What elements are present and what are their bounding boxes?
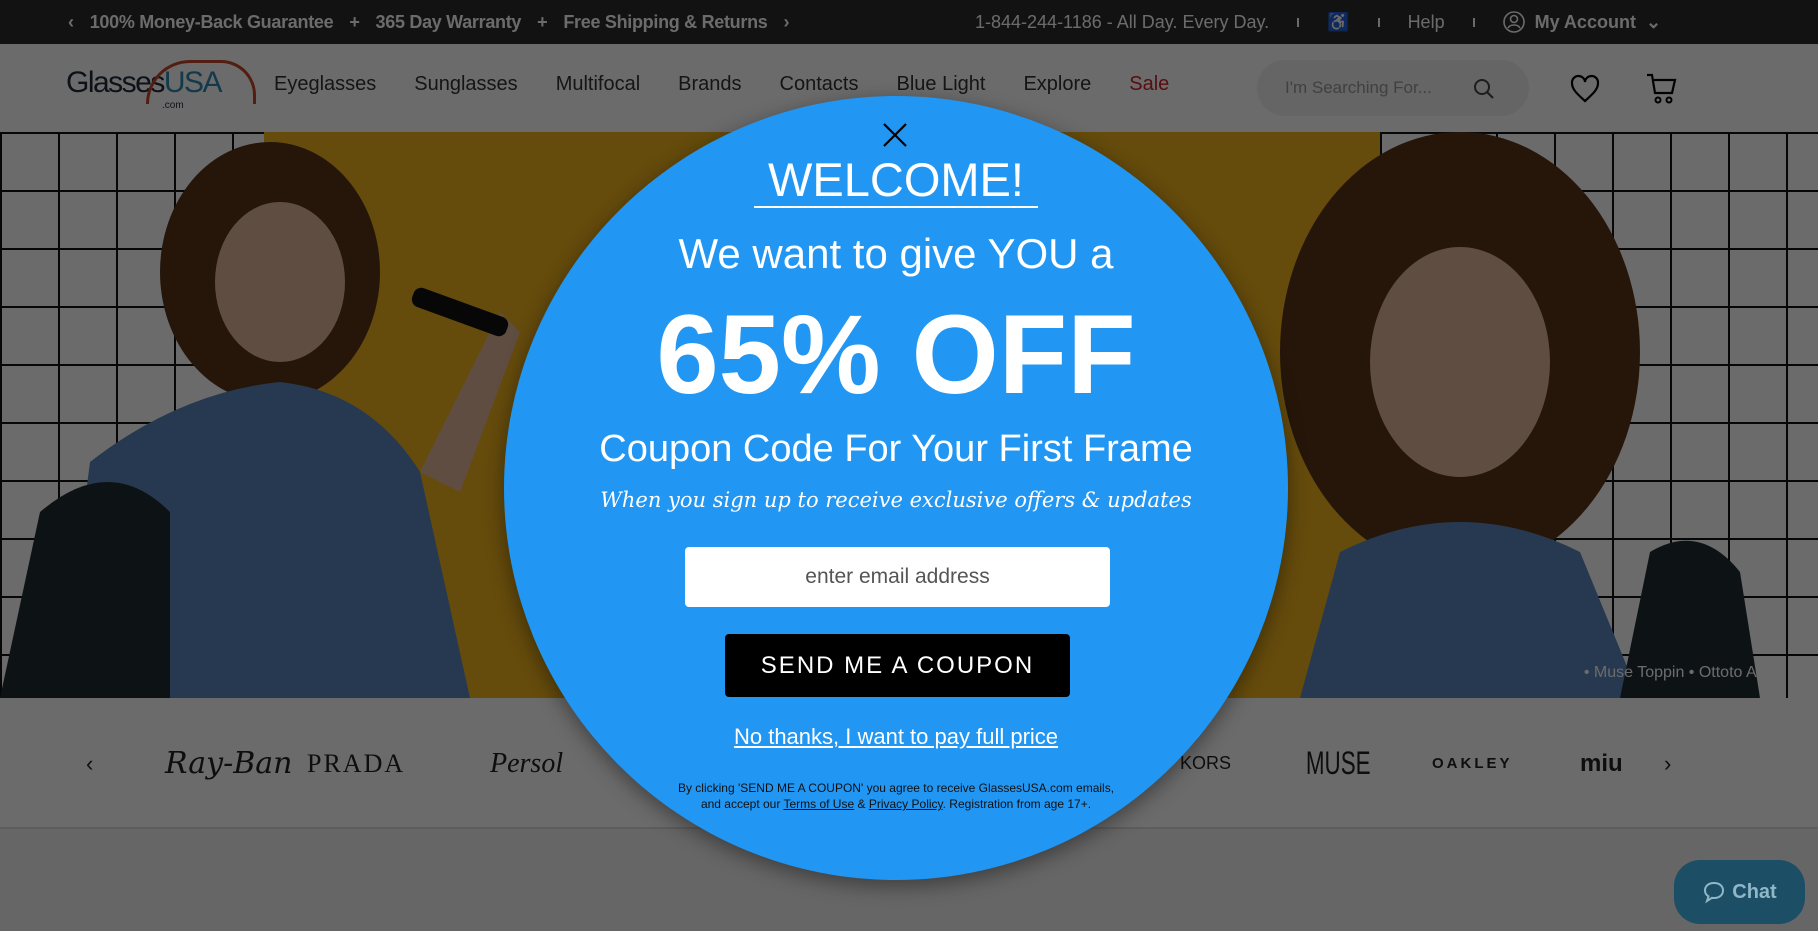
- terms-of-use-link[interactable]: Terms of Use: [783, 797, 854, 811]
- brands-next-button[interactable]: ›: [1664, 698, 1671, 829]
- brand-muse[interactable]: MUSE: [1306, 698, 1371, 829]
- model-image-left: [0, 142, 520, 698]
- promo-carousel: ‹ 100% Money-Back Guarantee + 365 Day Wa…: [68, 0, 789, 44]
- brand-miu[interactable]: miu: [1580, 698, 1623, 829]
- help-link[interactable]: Help: [1408, 12, 1445, 33]
- brand-ray-ban[interactable]: Ray-Ban: [165, 698, 293, 829]
- my-account-label: My Account: [1534, 11, 1636, 32]
- nav-explore[interactable]: Explore: [1023, 73, 1091, 96]
- nav-sale[interactable]: Sale: [1129, 73, 1169, 96]
- divider: [1377, 17, 1380, 27]
- welcome-heading: WELCOME!: [504, 152, 1288, 208]
- nav-multifocal[interactable]: Multifocal: [556, 73, 640, 96]
- nav-contacts[interactable]: Contacts: [780, 73, 859, 96]
- prev-promo-button[interactable]: ‹: [68, 12, 74, 33]
- search-input[interactable]: I'm Searching For...: [1257, 60, 1529, 116]
- promo-text: Free Shipping & Returns: [563, 11, 768, 32]
- divider: [1472, 17, 1475, 27]
- discount-amount: 65% OFF: [656, 292, 1136, 417]
- privacy-policy-link[interactable]: Privacy Policy: [869, 797, 943, 811]
- nav-sunglasses[interactable]: Sunglasses: [414, 73, 517, 96]
- chat-bubble-icon: [1704, 881, 1725, 904]
- top-bar: ‹ 100% Money-Back Guarantee + 365 Day Wa…: [0, 0, 1818, 44]
- coupon-modal: WELCOME! We want to give YOU a 65% OFF C…: [504, 96, 1288, 880]
- chevron-down-icon: ⌄: [1645, 11, 1662, 32]
- legal-text: By clicking 'SEND ME A COUPON' you agree…: [677, 781, 1115, 811]
- divider: [1297, 17, 1300, 27]
- next-promo-button[interactable]: ›: [783, 12, 789, 33]
- model-image-right: [1280, 132, 1760, 698]
- photo-credit: • Muse Toppin • Ottoto Alceo: [1583, 664, 1786, 681]
- email-field[interactable]: [685, 547, 1110, 607]
- offer-description: When you sign up to receive exclusive of…: [600, 488, 1192, 512]
- promo-text: 100% Money-Back Guarantee: [89, 11, 334, 32]
- logo[interactable]: GlassesUSA .com: [66, 60, 256, 111]
- close-icon[interactable]: [880, 120, 910, 150]
- separator: +: [537, 11, 548, 32]
- chat-button[interactable]: Chat: [1674, 860, 1805, 924]
- search-placeholder: I'm Searching For...: [1285, 78, 1432, 97]
- wishlist-heart-icon[interactable]: [1570, 74, 1600, 104]
- offer-intro: We want to give YOU a: [678, 230, 1114, 277]
- search-icon[interactable]: [1473, 78, 1495, 100]
- nav-blue-light[interactable]: Blue Light: [896, 73, 985, 96]
- chat-label: Chat: [1732, 880, 1777, 903]
- nav-brands[interactable]: Brands: [678, 73, 741, 96]
- nav-eyeglasses[interactable]: Eyeglasses: [274, 73, 376, 96]
- offer-subtitle: Coupon Code For Your First Frame: [599, 428, 1193, 470]
- brand-oakley[interactable]: OAKLEY: [1432, 698, 1513, 829]
- brand-prada[interactable]: PRADA: [307, 698, 405, 829]
- decline-link[interactable]: No thanks, I want to pay full price: [504, 724, 1288, 750]
- phone-link[interactable]: 1-844-244-1186 - All Day. Every Day.: [975, 12, 1269, 33]
- promo-text: 365 Day Warranty: [375, 11, 522, 32]
- send-coupon-button[interactable]: SEND ME A COUPON: [725, 634, 1070, 697]
- separator: +: [349, 11, 360, 32]
- my-account-menu[interactable]: My Account ⌄: [1502, 11, 1662, 33]
- brands-prev-button[interactable]: ‹: [86, 698, 93, 829]
- user-icon: [1502, 11, 1525, 33]
- accessibility-icon[interactable]: ♿: [1327, 12, 1349, 33]
- cart-icon[interactable]: [1645, 72, 1679, 106]
